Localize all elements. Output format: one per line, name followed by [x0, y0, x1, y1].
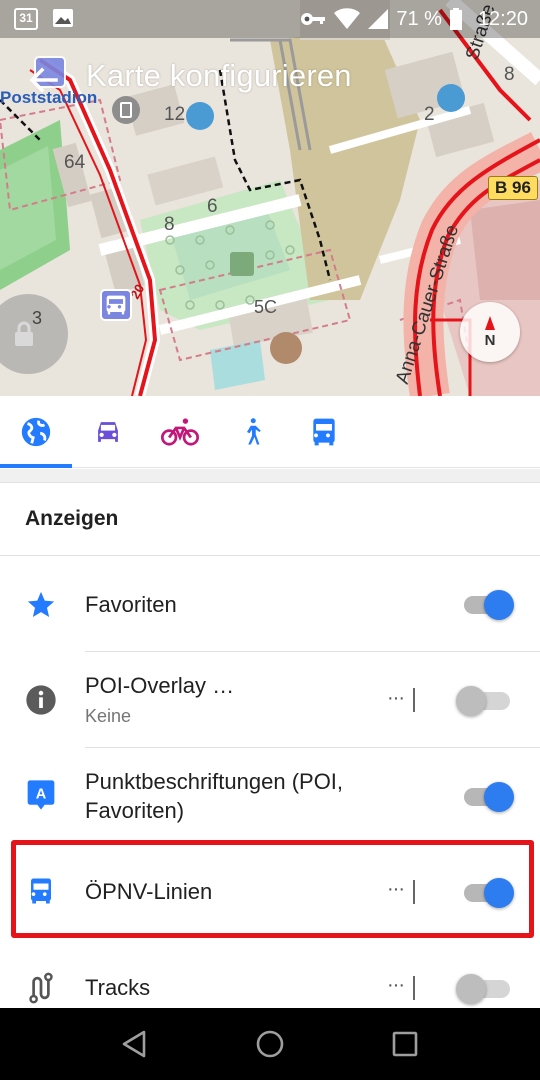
- tab-selected-indicator: [0, 464, 72, 468]
- row-title: POI-Overlay …: [85, 673, 235, 698]
- separator: [413, 688, 415, 712]
- tracks-icon: [24, 971, 58, 1005]
- row-subtitle: Keine: [85, 706, 132, 726]
- monument-icon: [230, 252, 254, 276]
- navigation-bar: [0, 1008, 540, 1080]
- tab-globe[interactable]: [0, 396, 72, 468]
- status-bar: 31 71 % 12:20: [0, 0, 540, 38]
- clock: 12:20: [477, 7, 528, 30]
- battery-percent: 71 %: [396, 7, 442, 30]
- wifi-icon: [334, 8, 361, 29]
- toggle-tracks[interactable]: [456, 971, 518, 1005]
- toggle-punktbeschriftungen[interactable]: [462, 779, 518, 813]
- pedestrian-icon: [247, 418, 261, 445]
- signal-icon: [368, 9, 389, 29]
- map-label-house-number: 8: [164, 214, 175, 235]
- tab-pedestrian[interactable]: [216, 396, 288, 468]
- profile-tabs: [0, 396, 540, 468]
- row-title: Favoriten: [85, 592, 177, 617]
- row-punktbeschriftungen[interactable]: A Punktbeschriftungen (POI, Favoriten): [0, 748, 540, 842]
- car-icon: [98, 422, 118, 442]
- calendar-icon: 31: [14, 8, 38, 30]
- globe-icon: [21, 417, 51, 447]
- back-button[interactable]: [22, 58, 66, 102]
- toggle-poi-overlay[interactable]: [456, 683, 518, 717]
- map-label-house-number: 6: [207, 196, 218, 217]
- tab-car[interactable]: [72, 396, 144, 468]
- image-icon: [53, 9, 73, 27]
- back-triangle-icon[interactable]: [118, 1028, 150, 1060]
- highlight-box: [11, 840, 534, 938]
- row-tracks[interactable]: Tracks ···: [0, 940, 540, 1008]
- compass-letter: N: [484, 332, 496, 349]
- bus-stop-icon[interactable]: [100, 289, 132, 321]
- toggle-favoriten[interactable]: [462, 587, 518, 621]
- poi-icon: [270, 332, 302, 364]
- section-gap: [0, 469, 540, 483]
- map-label-house-number: 3: [32, 308, 43, 328]
- section-title: Anzeigen: [25, 507, 119, 530]
- tab-bicycle[interactable]: [144, 396, 216, 468]
- map-label-house-number: 5C: [254, 297, 278, 317]
- battery-icon: [449, 8, 462, 30]
- info-icon: [24, 683, 58, 717]
- tab-bus[interactable]: [288, 396, 360, 468]
- bicycle-icon: [161, 418, 199, 446]
- arrow-back-icon: [29, 67, 58, 93]
- page-title: Karte konfigurieren: [86, 58, 352, 93]
- key-icon: [301, 13, 326, 25]
- svg-text:A: A: [36, 787, 47, 803]
- map-label-house-number: 64: [64, 152, 86, 173]
- bus-icon: [313, 418, 335, 446]
- home-circle-icon[interactable]: [254, 1028, 286, 1060]
- label-a-icon: A: [24, 778, 58, 812]
- compass-button[interactable]: N: [460, 302, 520, 362]
- more-options-button[interactable]: ···: [387, 687, 405, 710]
- recents-square-icon[interactable]: [389, 1028, 421, 1060]
- row-title-line2: Favoriten): [85, 798, 185, 823]
- more-options-button[interactable]: ···: [387, 974, 405, 997]
- toolbar: Karte konfigurieren: [0, 38, 540, 120]
- row-title: Tracks: [85, 975, 151, 1000]
- row-poi-overlay[interactable]: POI-Overlay … Keine ···: [0, 652, 540, 748]
- separator: [413, 976, 415, 1000]
- row-favoriten[interactable]: Favoriten: [0, 556, 540, 652]
- star-icon: [24, 588, 58, 622]
- row-title-line1: Punktbeschriftungen (POI,: [85, 769, 344, 794]
- map-view[interactable]: Poststadion 12 64 8 6 5C 2 8 20 B 96 Ann…: [0, 0, 540, 396]
- road-shield-b96: B 96: [488, 176, 538, 200]
